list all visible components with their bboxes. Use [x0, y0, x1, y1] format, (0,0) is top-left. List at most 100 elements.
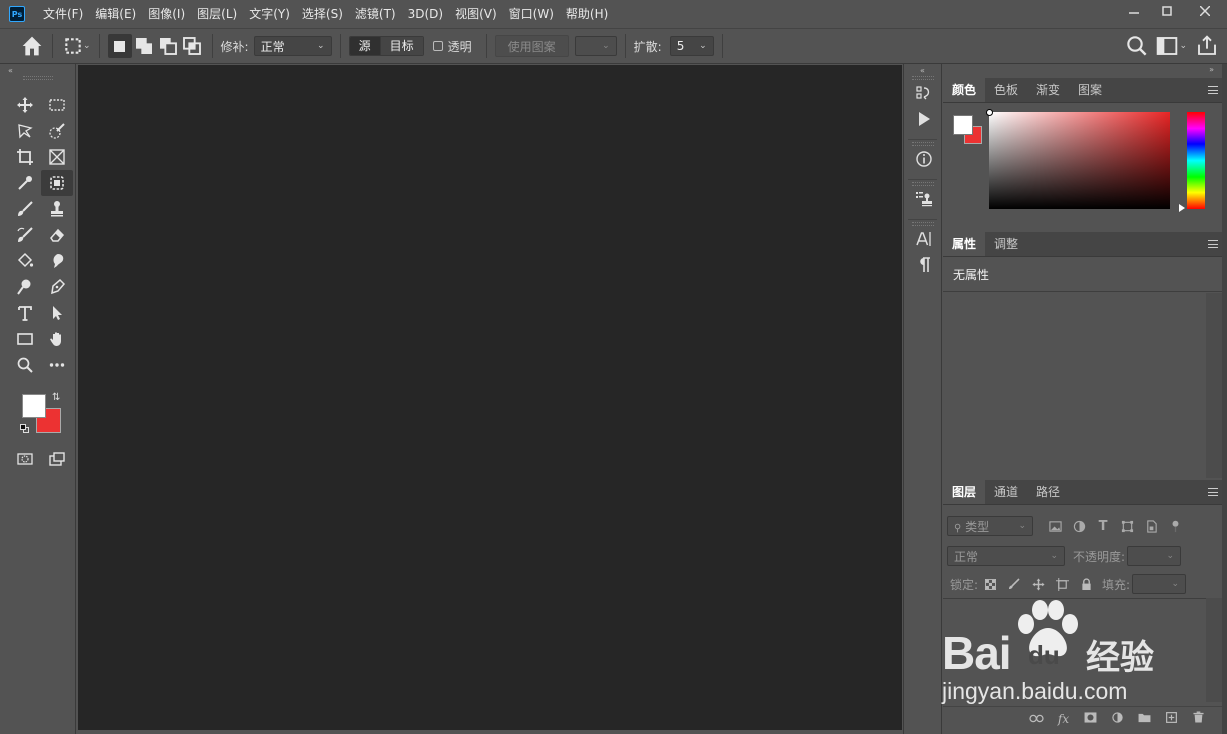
menu-select[interactable]: 选择(S)	[296, 0, 349, 28]
tab-gradients[interactable]: 渐变	[1027, 78, 1069, 102]
home-icon[interactable]	[20, 34, 44, 58]
info-panel-icon[interactable]	[904, 146, 943, 172]
lock-artboard-icon[interactable]	[1052, 574, 1072, 594]
intersect-selection-icon[interactable]	[180, 34, 204, 58]
tab-paths[interactable]: 路径	[1027, 480, 1069, 504]
hand-tool-icon[interactable]	[41, 326, 73, 352]
foreground-color-swatch[interactable]	[22, 394, 46, 418]
eyedropper-icon[interactable]	[9, 170, 41, 196]
pattern-picker[interactable]: ⌄	[574, 36, 617, 56]
workspace-icon[interactable]	[1155, 34, 1179, 58]
tab-channels[interactable]: 通道	[985, 480, 1027, 504]
type-tool-icon[interactable]	[9, 300, 41, 326]
menu-window[interactable]: 窗口(W)	[503, 0, 560, 28]
crop-tool-icon[interactable]	[9, 144, 41, 170]
collapse-toolbox-icon[interactable]: «	[0, 64, 75, 76]
layers-scrollbar[interactable]	[1206, 598, 1222, 702]
path-selection-icon[interactable]	[41, 300, 73, 326]
pen-tool-icon[interactable]	[41, 274, 73, 300]
color-picker-marker[interactable]	[986, 109, 993, 116]
opacity-input[interactable]: ⌄	[1127, 546, 1182, 566]
move-tool-icon[interactable]	[9, 92, 41, 118]
tab-patterns[interactable]: 图案	[1069, 78, 1111, 102]
hue-slider[interactable]	[1187, 112, 1205, 209]
lock-position-icon[interactable]	[1028, 574, 1048, 594]
menu-file[interactable]: 文件(F)	[37, 0, 89, 28]
swap-colors-icon[interactable]: ⇅	[52, 392, 60, 403]
maximize-icon[interactable]	[1150, 0, 1183, 22]
paragraph-panel-icon[interactable]	[904, 252, 943, 278]
zoom-tool-icon[interactable]	[9, 352, 41, 378]
new-layer-icon[interactable]	[1158, 711, 1185, 726]
layer-style-icon[interactable]: fx	[1050, 712, 1077, 726]
new-group-icon[interactable]	[1131, 712, 1158, 726]
use-pattern-button[interactable]: 使用图案	[494, 35, 569, 57]
share-icon[interactable]	[1195, 34, 1219, 58]
rectangular-marquee-icon[interactable]	[41, 92, 73, 118]
patch-tool-preset-icon[interactable]	[61, 34, 85, 58]
menu-help[interactable]: 帮助(H)	[560, 0, 614, 28]
tab-layers[interactable]: 图层	[943, 480, 986, 504]
color-panel-foreground-swatch[interactable]	[953, 115, 973, 135]
chevron-down-icon[interactable]: ⌄	[1179, 41, 1187, 51]
properties-scrollbar[interactable]	[1206, 293, 1222, 478]
menu-layer[interactable]: 图层(L)	[191, 0, 243, 28]
delete-layer-icon[interactable]	[1185, 711, 1212, 726]
blur-tool-icon[interactable]	[41, 248, 73, 274]
new-selection-icon[interactable]	[107, 34, 132, 58]
tab-properties[interactable]: 属性	[943, 232, 986, 256]
clone-source-panel-icon[interactable]	[904, 186, 943, 212]
rectangle-tool-icon[interactable]	[9, 326, 41, 352]
smart-object-filter-icon[interactable]	[1141, 516, 1161, 536]
add-mask-icon[interactable]	[1077, 711, 1104, 726]
history-panel-icon[interactable]	[904, 80, 943, 106]
close-icon[interactable]	[1183, 0, 1227, 22]
paint-bucket-icon[interactable]	[9, 248, 41, 274]
shape-layer-filter-icon[interactable]	[1117, 516, 1137, 536]
fill-input[interactable]: ⌄	[1132, 574, 1187, 594]
brush-tool-icon[interactable]	[9, 196, 41, 222]
type-layer-filter-icon[interactable]: T	[1093, 516, 1113, 536]
add-selection-icon[interactable]	[132, 34, 156, 58]
actions-panel-icon[interactable]	[904, 106, 943, 132]
default-colors-icon[interactable]	[20, 424, 29, 433]
clone-stamp-icon[interactable]	[41, 196, 73, 222]
repair-mode-select[interactable]: 正常 ⌄	[253, 36, 332, 56]
layer-filter-select[interactable]: ⚲ 类型 ⌄	[947, 516, 1033, 536]
menu-edit[interactable]: 编辑(E)	[89, 0, 142, 28]
chevron-down-icon[interactable]: ⌄	[83, 41, 91, 51]
tab-color[interactable]: 颜色	[943, 78, 986, 102]
menu-image[interactable]: 图像(I)	[142, 0, 191, 28]
lock-transparent-pixels-icon[interactable]	[980, 574, 1000, 594]
lock-all-icon[interactable]	[1076, 574, 1096, 594]
more-tools-icon[interactable]	[41, 352, 73, 378]
photoshop-logo-icon[interactable]: Ps	[9, 6, 25, 22]
filter-toggle-icon[interactable]	[1165, 516, 1185, 536]
collapse-panels-icon[interactable]: »	[943, 64, 1222, 78]
quick-mask-icon[interactable]	[9, 446, 41, 472]
frame-tool-icon[interactable]	[41, 144, 73, 170]
blend-mode-select[interactable]: 正常 ⌄	[947, 546, 1065, 566]
dodge-tool-icon[interactable]	[9, 274, 41, 300]
lasso-tool-icon[interactable]	[9, 118, 41, 144]
menu-view[interactable]: 视图(V)	[449, 0, 503, 28]
hue-slider-marker[interactable]	[1179, 204, 1185, 212]
document-canvas[interactable]	[78, 65, 902, 730]
link-layers-icon[interactable]	[1023, 712, 1050, 726]
menu-type[interactable]: 文字(Y)	[243, 0, 296, 28]
patch-tool-icon[interactable]	[41, 170, 73, 196]
subtract-selection-icon[interactable]	[156, 34, 180, 58]
color-field[interactable]	[986, 109, 1170, 209]
panel-menu-icon[interactable]	[1208, 488, 1218, 496]
history-brush-icon[interactable]	[9, 222, 41, 248]
panel-menu-icon[interactable]	[1208, 86, 1218, 94]
diffusion-select[interactable]: 5 ⌄	[669, 36, 714, 56]
collapse-dock-icon[interactable]: «	[904, 64, 941, 76]
tab-adjustments[interactable]: 调整	[985, 232, 1027, 256]
source-button[interactable]: 源	[349, 37, 380, 55]
new-adjustment-layer-icon[interactable]	[1104, 711, 1131, 726]
character-panel-icon[interactable]	[904, 226, 943, 252]
target-button[interactable]: 目标	[379, 37, 423, 55]
pixel-layer-filter-icon[interactable]	[1045, 516, 1065, 536]
screen-mode-icon[interactable]	[41, 446, 73, 472]
